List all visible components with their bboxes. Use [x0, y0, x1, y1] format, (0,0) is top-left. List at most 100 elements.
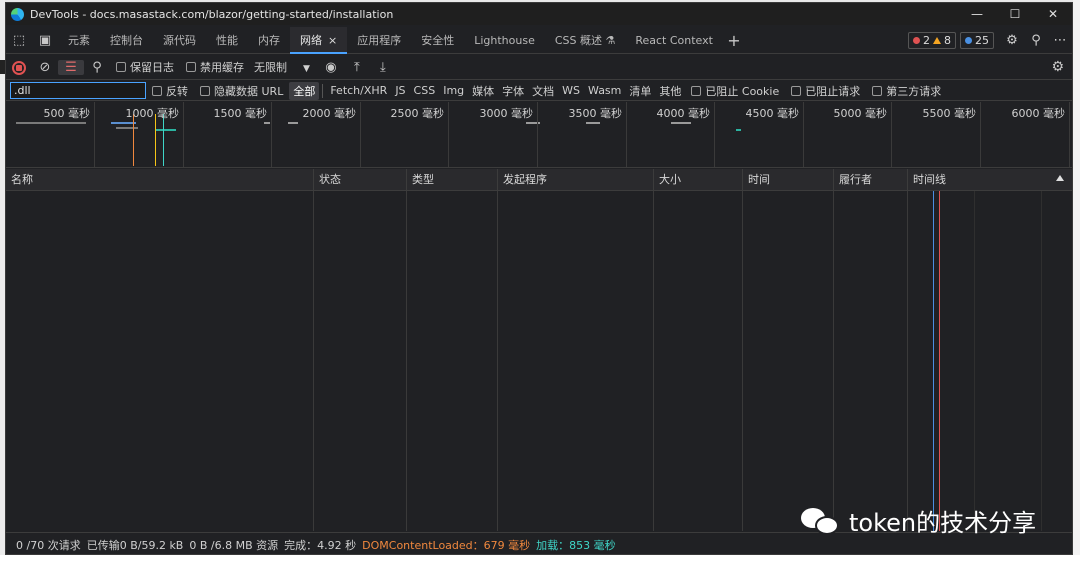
maximize-button[interactable]: ☐: [996, 7, 1034, 21]
customize-icon[interactable]: ⚲: [1024, 33, 1048, 48]
network-overview[interactable]: 500 毫秒 1000 毫秒 1500 毫秒 2000 毫秒 2500 毫秒 3000 毫…: [6, 102, 1072, 168]
column-header-fulfilled-by[interactable]: 履行者: [834, 169, 908, 191]
invert-checkbox[interactable]: 反转: [152, 83, 188, 99]
throttle-select[interactable]: 无限制 ▼: [254, 59, 310, 75]
overview-bar: [736, 129, 741, 131]
invert-label: 反转: [166, 84, 188, 98]
info-count: 25: [975, 33, 989, 47]
type-filter-font[interactable]: 字体: [498, 82, 528, 100]
request-table-body[interactable]: [6, 191, 1072, 531]
import-har-icon[interactable]: ⤒: [344, 60, 370, 75]
column-header-initiator[interactable]: 发起程序: [498, 169, 654, 191]
type-filter-media[interactable]: 媒体: [468, 82, 498, 100]
dom-content-loaded-time: DOMContentLoaded：679 毫秒: [362, 538, 531, 552]
type-filter-all[interactable]: 全部: [289, 81, 320, 100]
transferred-size: 已传输0 B/59.2 kB: [86, 538, 184, 552]
type-filter-other[interactable]: 其他: [655, 82, 685, 100]
type-filter-doc[interactable]: 文档: [528, 82, 558, 100]
export-har-icon[interactable]: ⤓: [370, 60, 396, 75]
tab-console[interactable]: 控制台: [100, 27, 153, 54]
filter-icon[interactable]: ☰: [58, 59, 84, 75]
type-filter-ws[interactable]: WS: [558, 83, 584, 98]
device-emulation-icon[interactable]: ▣: [32, 33, 58, 48]
network-toolbar: ⊘ ☰ ⚲ 保留日志 禁用缓存 无限制 ▼ ◉ ⤒ ⤓ ⚙: [6, 55, 1072, 80]
type-filter-css[interactable]: CSS: [410, 83, 440, 98]
tab-css-overview[interactable]: CSS 概述 ⚗: [545, 27, 626, 54]
tab-sources[interactable]: 源代码: [153, 27, 206, 54]
overview-tick-label: 1500 毫秒: [213, 107, 268, 120]
background-page-right: [1073, 0, 1080, 563]
overview-tick-label: 5000 毫秒: [833, 107, 888, 120]
type-filter-js[interactable]: JS: [391, 83, 409, 98]
close-tab-icon[interactable]: ×: [328, 34, 337, 47]
overview-bar: [116, 127, 138, 129]
tab-lighthouse[interactable]: Lighthouse: [464, 27, 545, 54]
column-header-name[interactable]: 名称: [6, 169, 314, 191]
watermark: token的技术分享: [801, 503, 1036, 538]
third-party-checkbox[interactable]: 第三方请求: [872, 83, 941, 99]
column-header-time[interactable]: 时间: [743, 169, 834, 191]
blocked-requests-label: 已阻止请求: [805, 84, 861, 98]
watermark-text: token的技术分享: [849, 509, 1037, 537]
hide-data-url-checkbox[interactable]: 隐藏数据 URL: [200, 83, 283, 99]
overview-tick-label: 2500 毫秒: [390, 107, 445, 120]
network-settings-icon[interactable]: ⚙: [1051, 59, 1064, 75]
tab-memory[interactable]: 内存: [248, 27, 290, 54]
type-filter-img[interactable]: Img: [439, 83, 468, 98]
column-header-waterfall[interactable]: 时间线: [908, 169, 1072, 191]
hide-data-url-label: 隐藏数据 URL: [214, 84, 284, 98]
add-tab-icon[interactable]: +: [723, 31, 745, 50]
resources-size: 0 B /6.8 MB 资源: [189, 538, 279, 552]
issues-counter[interactable]: 2 8 25: [908, 31, 994, 49]
tab-application[interactable]: 应用程序: [347, 27, 411, 54]
blocked-cookies-checkbox[interactable]: 已阻止 Cookie: [691, 83, 779, 99]
settings-gear-icon[interactable]: ⚙: [1000, 33, 1024, 48]
overview-tick-line: [1069, 102, 1070, 167]
info-badge[interactable]: 25: [960, 31, 994, 49]
background-page-bottom: [0, 555, 1080, 563]
search-icon[interactable]: ⚲: [84, 60, 110, 75]
load-marker: [163, 114, 164, 166]
warning-icon: [933, 36, 941, 44]
record-stop-icon: [12, 60, 26, 75]
clear-icon[interactable]: ⊘: [32, 60, 58, 75]
column-header-type[interactable]: 类型: [407, 169, 498, 191]
title-bar: DevTools - docs.masastack.com/blazor/get…: [6, 3, 1072, 25]
inspect-element-icon[interactable]: ⬚: [6, 33, 32, 48]
overview-tick-label: 6000 毫秒: [1011, 107, 1066, 120]
tab-security[interactable]: 安全性: [411, 27, 464, 54]
waterfall-label: 时间线: [913, 173, 946, 186]
waterfall-load-marker: [939, 191, 940, 531]
finish-time: 完成：4.92 秒: [284, 538, 357, 552]
panel-tab-strip: ⬚ ▣ 元素 控制台 源代码 性能 内存 网络 × 应用程序 安全性 Lighth…: [6, 26, 1072, 54]
devtools-window: DevTools - docs.masastack.com/blazor/get…: [5, 2, 1073, 555]
request-count: 0 /70 次请求: [16, 538, 81, 552]
type-filter-fetch-xhr[interactable]: Fetch/XHR: [326, 83, 391, 98]
record-button[interactable]: [6, 60, 32, 75]
error-count: 2: [923, 33, 930, 47]
throttle-value: 无限制: [254, 61, 287, 74]
preserve-log-checkbox[interactable]: 保留日志: [116, 59, 174, 75]
type-filter-wasm[interactable]: Wasm: [584, 83, 625, 98]
disable-cache-checkbox[interactable]: 禁用缓存: [186, 59, 244, 75]
overview-tick-label: 1000 毫秒: [125, 107, 180, 120]
more-options-icon[interactable]: ⋯: [1048, 33, 1072, 48]
minimize-button[interactable]: —: [958, 7, 996, 21]
tab-performance[interactable]: 性能: [206, 27, 248, 54]
blocked-requests-checkbox[interactable]: 已阻止请求: [791, 83, 860, 99]
filter-input[interactable]: [10, 82, 146, 99]
overview-tick-label: 4500 毫秒: [745, 107, 800, 120]
edge-logo-icon: [11, 7, 24, 21]
tab-elements[interactable]: 元素: [58, 27, 100, 54]
overview-tick-label: 3500 毫秒: [568, 107, 623, 120]
column-header-size[interactable]: 大小: [654, 169, 743, 191]
request-table-header: 名称 状态 类型 发起程序 大小 时间 履行者 时间线: [6, 169, 1072, 191]
tab-network[interactable]: 网络 ×: [290, 26, 348, 54]
sort-ascending-icon: [1056, 175, 1064, 181]
errors-warnings-badge[interactable]: 2 8: [908, 31, 956, 49]
tab-react-context[interactable]: React Context: [625, 27, 723, 54]
network-conditions-icon[interactable]: ◉: [318, 60, 344, 75]
type-filter-manifest[interactable]: 清单: [625, 82, 655, 100]
column-header-status[interactable]: 状态: [314, 169, 407, 191]
close-window-button[interactable]: ✕: [1034, 7, 1072, 21]
